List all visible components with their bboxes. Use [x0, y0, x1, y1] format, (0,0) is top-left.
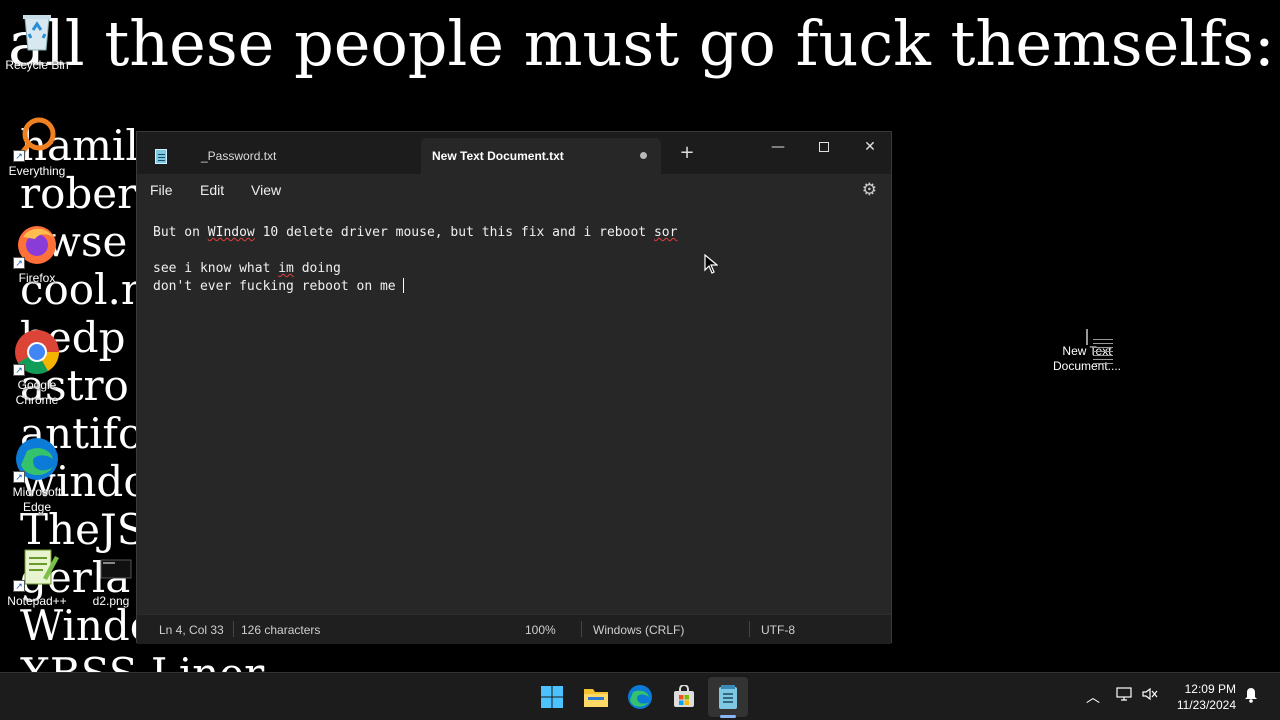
editor-line: don't ever fucking reboot on me	[153, 278, 891, 296]
volume-muted-icon[interactable]	[1142, 687, 1158, 705]
maximize-icon	[819, 142, 829, 152]
desktop-icon-label: Firefox	[18, 271, 56, 285]
maximize-button[interactable]	[801, 132, 847, 162]
status-divider	[233, 621, 234, 637]
desktop-icon-label: New Text Document....	[1052, 344, 1122, 373]
shortcut-arrow-icon: ↗	[13, 257, 25, 269]
text-segment: But on	[153, 225, 208, 240]
misspelled-word[interactable]: im	[278, 261, 294, 276]
edge-icon	[628, 685, 652, 709]
desktop-icon-firefox[interactable]: ↗ Firefox	[0, 221, 74, 286]
taskbar-notepad[interactable]	[712, 681, 744, 713]
text-caret	[403, 278, 405, 293]
taskbar: ︿ 12:09 PM 11/23/2024	[0, 672, 1280, 720]
desktop-icon-label: Everything	[8, 164, 66, 178]
desktop-icon-everything[interactable]: ↗ Everything	[0, 114, 74, 179]
text-editor[interactable]: But on WIndow 10 delete driver mouse, bu…	[137, 206, 891, 614]
minimize-icon: —	[771, 139, 785, 155]
desktop-icon-chrome[interactable]: ↗ Google Chrome	[0, 328, 74, 408]
notification-bell-icon[interactable]	[1244, 687, 1258, 707]
shortcut-arrow-icon: ↗	[13, 580, 25, 592]
close-button[interactable]: ✕	[847, 132, 893, 162]
desktop-icon-label: Google Chrome	[15, 378, 59, 407]
text-segment: don't ever fucking reboot on me	[153, 279, 404, 294]
new-tab-button[interactable]: +	[677, 144, 697, 164]
text-segment: see i know what	[153, 261, 279, 276]
text-file-icon	[1086, 329, 1088, 345]
everything-icon: ↗	[13, 114, 61, 162]
taskbar-store[interactable]	[668, 681, 700, 713]
show-hidden-icons-chevron-icon[interactable]: ︿	[1086, 687, 1100, 707]
editor-line-empty	[153, 242, 891, 260]
menu-edit[interactable]: Edit	[200, 182, 224, 198]
notepad-icon	[719, 685, 737, 709]
mouse-cursor-icon	[704, 254, 718, 274]
status-divider	[581, 621, 582, 637]
desktop-icon-recycle-bin[interactable]: Recycle Bin	[0, 8, 74, 73]
tab-new-text-document[interactable]: New Text Document.txt	[421, 138, 661, 174]
misspelled-word[interactable]: sor	[654, 225, 677, 240]
notepad-window: _Password.txt New Text Document.txt + — …	[136, 131, 892, 644]
windows-start-icon	[541, 686, 563, 708]
tab-password-txt[interactable]: _Password.txt	[147, 138, 421, 174]
chrome-icon: ↗	[13, 328, 61, 376]
text-segment: 10 delete driver mouse, but this fix and…	[254, 225, 654, 240]
tab-label: _Password.txt	[201, 149, 277, 163]
tab-label: New Text Document.txt	[432, 149, 564, 163]
image-file-icon	[87, 544, 135, 592]
unsaved-indicator-icon[interactable]	[640, 152, 647, 159]
settings-gear-icon[interactable]: ⚙	[862, 180, 877, 200]
clock-time: 12:09 PM	[1184, 682, 1236, 696]
misspelled-word[interactable]: WIndow	[208, 225, 255, 240]
desktop-icon-label: Recycle Bin	[5, 58, 69, 72]
start-button[interactable]	[536, 681, 568, 713]
status-divider	[749, 621, 750, 637]
minimize-button[interactable]: —	[755, 132, 801, 162]
close-icon: ✕	[864, 139, 876, 155]
line-endings[interactable]: Windows (CRLF)	[593, 623, 684, 637]
editor-line: see i know what im doing	[153, 260, 891, 278]
encoding[interactable]: UTF-8	[761, 623, 795, 637]
wallpaper-title: all these people must go fuck themselfs:	[8, 7, 1275, 80]
shortcut-arrow-icon: ↗	[13, 471, 25, 483]
tab-bar: _Password.txt New Text Document.txt + — …	[137, 132, 891, 174]
store-icon	[674, 685, 694, 707]
menu-bar: File Edit View ⚙	[137, 174, 891, 206]
file-explorer-icon	[584, 689, 608, 707]
network-icon[interactable]	[1116, 687, 1132, 705]
desktop-icon-new-text-document[interactable]: New Text Document....	[1050, 329, 1124, 374]
taskbar-file-explorer[interactable]	[580, 681, 612, 713]
active-app-indicator	[720, 715, 736, 718]
menu-view[interactable]: View	[251, 182, 281, 198]
text-segment: doing	[293, 261, 341, 276]
edge-icon: ↗	[13, 435, 61, 483]
firefox-icon: ↗	[13, 221, 61, 269]
shortcut-arrow-icon: ↗	[13, 150, 25, 162]
shortcut-arrow-icon: ↗	[13, 364, 25, 376]
cursor-position: Ln 4, Col 33	[159, 623, 224, 637]
notepad-icon	[155, 148, 167, 164]
zoom-level[interactable]: 100%	[525, 623, 556, 637]
status-bar: Ln 4, Col 33 126 characters 100% Windows…	[137, 614, 891, 644]
system-clock[interactable]: 12:09 PM 11/23/2024	[1177, 681, 1236, 713]
desktop-icon-edge[interactable]: ↗ Microsoft Edge	[0, 435, 74, 515]
character-count: 126 characters	[241, 623, 321, 637]
notepadpp-icon: ↗	[13, 544, 61, 592]
desktop-icon-label: Notepad++	[7, 594, 67, 608]
clock-date: 11/23/2024	[1176, 698, 1236, 712]
desktop-icon-label: Microsoft Edge	[12, 485, 62, 514]
taskbar-edge[interactable]	[624, 681, 656, 713]
editor-line: But on WIndow 10 delete driver mouse, bu…	[153, 224, 891, 242]
menu-file[interactable]: File	[150, 182, 173, 198]
recycle-bin-icon	[13, 8, 61, 56]
desktop-icon-notepadpp[interactable]: ↗ Notepad++	[0, 544, 74, 609]
